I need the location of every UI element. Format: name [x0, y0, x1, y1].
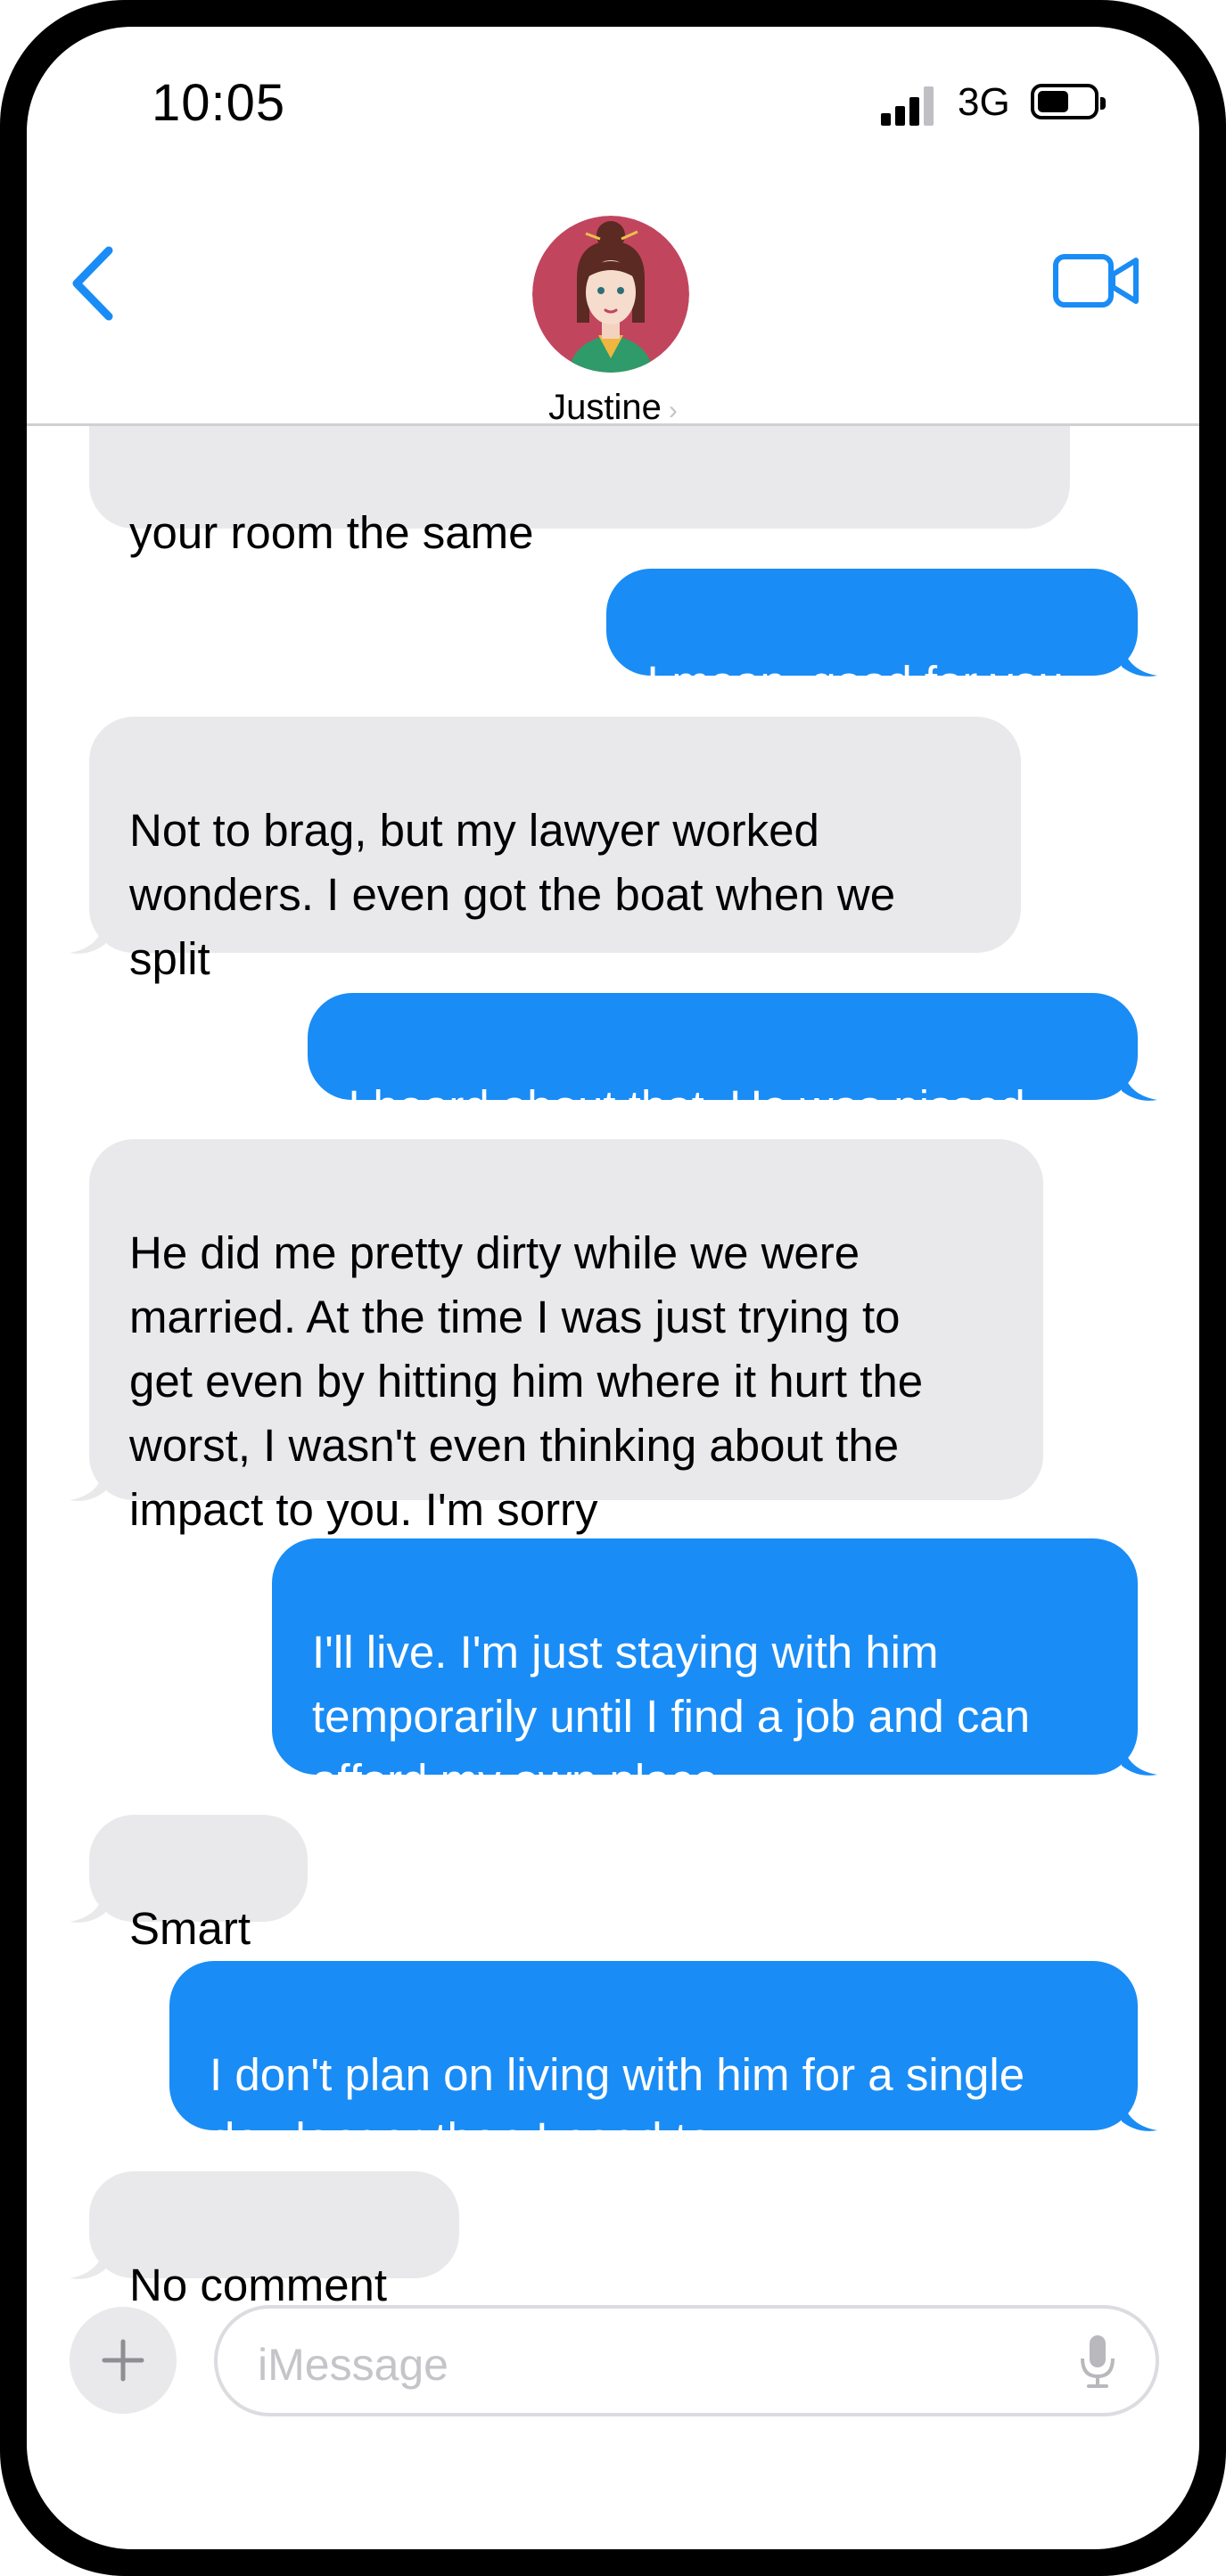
message-bubble-sent[interactable]: I mean, good for you [606, 569, 1157, 708]
network-type: 3G [958, 80, 1010, 124]
bubble-tail [70, 1886, 105, 1923]
message-text: He did me pretty dirty while we were mar… [129, 1227, 924, 1535]
message-bubble-received[interactable]: No comment [70, 2171, 459, 2310]
message-input-placeholder: iMessage [258, 2340, 448, 2390]
contact-avatar[interactable] [532, 216, 689, 373]
chevron-right-icon: › [668, 396, 678, 425]
message-bubble-received[interactable]: Smart [70, 1815, 308, 1954]
conversation-header: Justine › [27, 160, 1199, 428]
message-text: Smart [129, 1903, 251, 1954]
phone-screen: 10:05 3G Justine › your room the same I … [27, 27, 1199, 2549]
message-text: I heard about that. He was pissed [348, 1081, 1025, 1132]
phone-frame: 10:05 3G Justine › your room the same I … [0, 0, 1226, 2576]
plus-icon [102, 2339, 144, 2382]
battery-icon [1031, 84, 1106, 119]
message-input[interactable]: iMessage [214, 2305, 1159, 2416]
message-bubble-received[interactable]: Not to brag, but my lawyer worked wonder… [70, 717, 1021, 984]
message-text: I mean, good for you [646, 657, 1064, 708]
bubble-tail [1122, 1064, 1157, 1101]
contact-name-label: Justine [548, 388, 662, 427]
contact-name[interactable]: Justine › [27, 388, 1199, 428]
message-text: your room the same [129, 507, 534, 558]
message-thread: your room the same I mean, good for you … [27, 325, 1199, 2310]
bubble-tail [70, 2243, 105, 2279]
status-time: 10:05 [152, 74, 286, 132]
message-bubble-sent[interactable]: I heard about that. He was pissed [308, 993, 1157, 1132]
bubble-tail [1122, 640, 1157, 677]
message-text: I'll live. I'm just staying with him tem… [312, 1627, 1031, 1806]
message-bubble-sent[interactable]: I don't plan on living with him for a si… [169, 1961, 1157, 2164]
message-text: I don't plan on living with him for a si… [210, 2049, 1025, 2164]
video-call-icon[interactable] [1052, 250, 1141, 312]
message-bubble-sent[interactable]: I'll live. I'm just staying with him tem… [272, 1538, 1157, 1806]
message-bubble-received[interactable]: He did me pretty dirty while we were mar… [70, 1139, 1043, 1535]
bubble-tail [70, 917, 105, 954]
bubble-tail [1122, 2095, 1157, 2131]
bubble-tail [1122, 1739, 1157, 1776]
microphone-icon[interactable] [1080, 2334, 1115, 2389]
message-text: No comment [129, 2260, 388, 2310]
bubble-tail [70, 1464, 105, 1501]
message-text: Not to brag, but my lawyer worked wonder… [129, 805, 896, 984]
signal-strength-icon [881, 83, 934, 126]
add-attachment-button[interactable] [70, 2307, 177, 2414]
back-chevron-icon[interactable] [66, 243, 119, 324]
